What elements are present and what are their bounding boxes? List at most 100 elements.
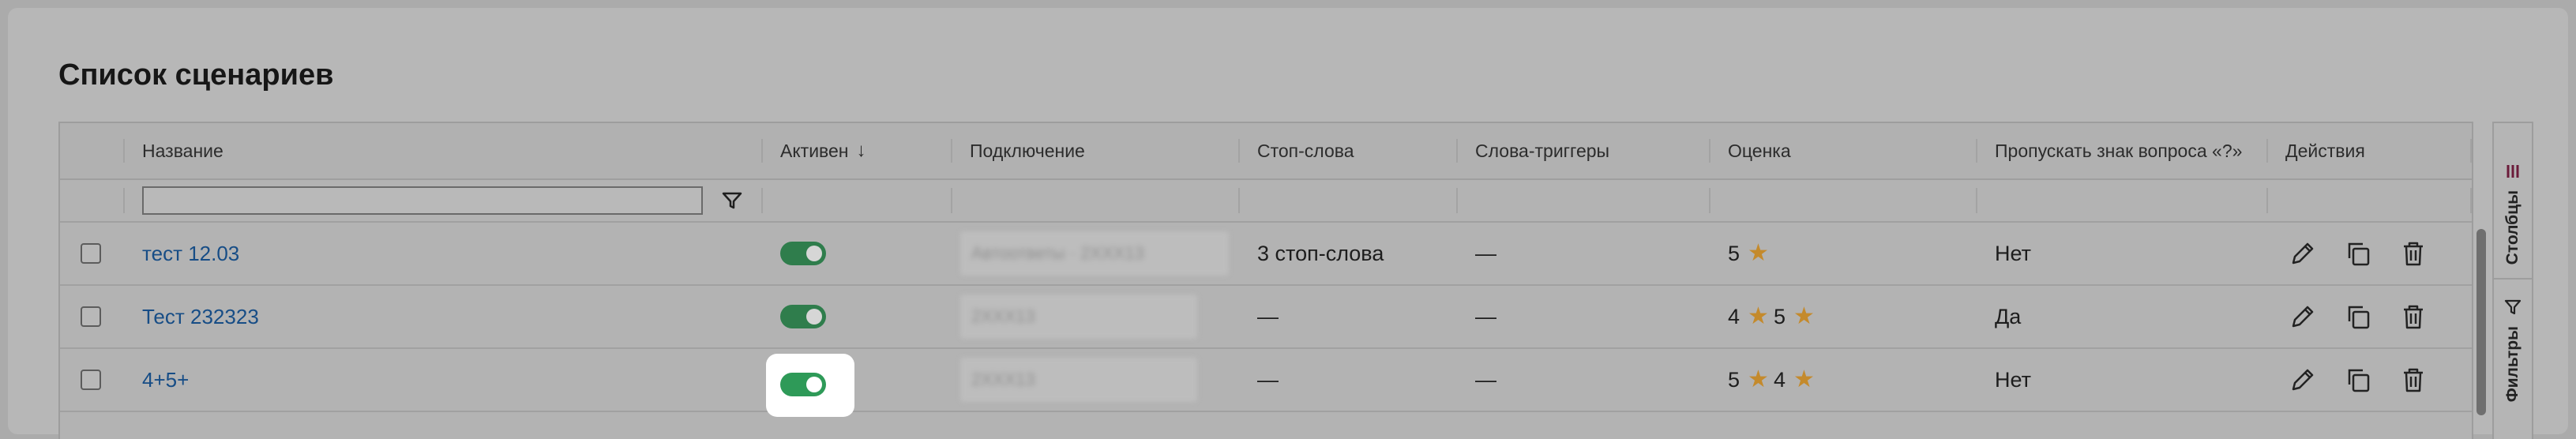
scenario-table: Название Активен ↓ Подключение Стоп-слов… (58, 122, 2473, 439)
name-filter-input[interactable] (142, 186, 703, 215)
rail-divider (2494, 278, 2532, 280)
row-checkbox-cell (81, 349, 112, 411)
sort-desc-icon[interactable]: ↓ (857, 140, 866, 162)
column-header-triggers[interactable]: Слова-триггеры (1475, 123, 1696, 178)
triggers-cell: — (1475, 286, 1696, 347)
pencil-icon[interactable] (2285, 362, 2320, 397)
name-cell: 4+5+ (142, 349, 742, 411)
row-checkbox[interactable] (81, 370, 101, 390)
columns-panel-toggle[interactable]: Столбцы (2494, 163, 2532, 265)
connection-value-blurred: 2ХХХ13 (960, 295, 1197, 339)
connection-cell: 2ХХХ13 (960, 286, 1245, 347)
column-header-stop-words[interactable]: Стоп-слова (1257, 123, 1447, 178)
table-header: Название Активен ↓ Подключение Стоп-слов… (60, 123, 2472, 180)
triggers-value: — (1475, 304, 1496, 328)
rating-value: 5 (1728, 367, 1740, 392)
star-icon: ★ (1793, 303, 1815, 329)
scenario-name-link[interactable]: тест 12.03 (142, 242, 239, 266)
copy-icon[interactable] (2341, 299, 2375, 334)
skip-question-value: Да (1995, 304, 2022, 328)
triggers-cell: — (1475, 223, 1696, 284)
skip-question-cell: Нет (1995, 223, 2263, 284)
name-filter-cell (142, 180, 742, 221)
table-side-rail: Столбцы Фильтры (2492, 122, 2533, 439)
stop-words-cell: 3 стоп-слова (1257, 223, 1447, 284)
stop-words-value: — (1257, 367, 1279, 392)
page-title: Список сценариев (58, 58, 334, 92)
column-header-actions: Действия (2285, 123, 2459, 178)
rating-value: 4 (1728, 304, 1740, 328)
pencil-icon[interactable] (2285, 236, 2320, 271)
pencil-icon[interactable] (2285, 299, 2320, 334)
column-header-name-label: Название (142, 140, 223, 161)
columns-label: Столбцы (2503, 190, 2522, 265)
rating-cell: 5 ★ 4 ★ (1728, 349, 1981, 411)
toggle-knob (806, 309, 822, 325)
name-cell: тест 12.03 (142, 223, 742, 284)
connection-cell: Автоответы · 2ХХХ13 (960, 223, 1245, 284)
active-toggle[interactable] (780, 305, 826, 328)
triggers-value: — (1475, 367, 1496, 392)
filters-panel-toggle[interactable]: Фильтры (2494, 298, 2532, 402)
actions-cell (2285, 349, 2467, 411)
column-header-connection-label: Подключение (970, 140, 1085, 161)
column-header-name[interactable]: Название (142, 123, 742, 178)
trash-icon[interactable] (2396, 299, 2431, 334)
trash-icon[interactable] (2396, 236, 2431, 271)
table-row: тест 12.03 Автоответы · 2ХХХ13 3 стоп-сл… (60, 223, 2472, 286)
star-icon: ★ (1748, 240, 1769, 266)
stop-words-value: — (1257, 304, 1279, 328)
connection-value: 2ХХХ13 (971, 306, 1035, 326)
highlighted-active-toggle-cell (766, 354, 854, 417)
header-select-cell (60, 123, 123, 178)
row-checkbox[interactable] (81, 306, 101, 327)
connection-value: 2ХХХ13 (971, 370, 1035, 389)
star-icon: ★ (1748, 303, 1769, 329)
columns-icon (2504, 163, 2522, 184)
funnel-icon[interactable] (722, 191, 742, 210)
stop-words-cell: — (1257, 286, 1447, 347)
star-icon: ★ (1748, 366, 1769, 392)
scenario-name-link[interactable]: 4+5+ (142, 368, 189, 392)
table-scrollbar[interactable] (2470, 186, 2492, 423)
connection-cell: 2ХХХ13 (960, 349, 1245, 411)
scenario-name-link[interactable]: Тест 232323 (142, 305, 259, 329)
skip-question-cell: Нет (1995, 349, 2263, 411)
stop-words-value: 3 стоп-слова (1257, 241, 1384, 265)
row-checkbox-cell (81, 223, 112, 284)
connection-value-blurred: 2ХХХ13 (960, 358, 1197, 402)
column-header-triggers-label: Слова-триггеры (1475, 140, 1610, 161)
column-header-skip-question[interactable]: Пропускать знак вопроса «?» (1995, 123, 2311, 178)
column-header-active[interactable]: Активен ↓ (780, 123, 962, 178)
copy-icon[interactable] (2341, 362, 2375, 397)
actions-cell (2285, 286, 2467, 347)
scrollbar-thumb[interactable] (2476, 229, 2486, 415)
skip-question-value: Нет (1995, 241, 2031, 265)
skip-question-cell: Да (1995, 286, 2263, 347)
toggle-knob (806, 377, 822, 392)
row-checkbox-cell (81, 286, 112, 347)
stop-words-cell: — (1257, 349, 1447, 411)
table-row: Тест 232323 2ХХХ13 — — 4 ★ 5 ★ Да (60, 286, 2472, 349)
column-header-rating[interactable]: Оценка (1728, 123, 1981, 178)
active-toggle[interactable] (780, 242, 826, 265)
name-cell: Тест 232323 (142, 286, 742, 347)
column-header-actions-label: Действия (2285, 140, 2365, 161)
table-filter-row (60, 180, 2472, 223)
rating-value-secondary: 4 (1773, 367, 1786, 392)
row-checkbox[interactable] (81, 243, 101, 264)
column-header-connection[interactable]: Подключение (970, 123, 1230, 178)
rating-cell: 5 ★ (1728, 223, 1981, 284)
toggle-knob (806, 246, 822, 261)
connection-value: Автоответы · 2ХХХ13 (971, 243, 1144, 263)
copy-icon[interactable] (2341, 236, 2375, 271)
connection-value-blurred: Автоответы · 2ХХХ13 (960, 231, 1229, 276)
active-cell (780, 223, 938, 284)
filters-label: Фильтры (2503, 326, 2522, 403)
funnel-icon (2504, 298, 2522, 320)
rating-cell: 4 ★ 5 ★ (1728, 286, 1981, 347)
actions-cell (2285, 223, 2467, 284)
trash-icon[interactable] (2396, 362, 2431, 397)
rating-value: 5 (1728, 241, 1740, 265)
active-toggle[interactable] (780, 373, 826, 396)
